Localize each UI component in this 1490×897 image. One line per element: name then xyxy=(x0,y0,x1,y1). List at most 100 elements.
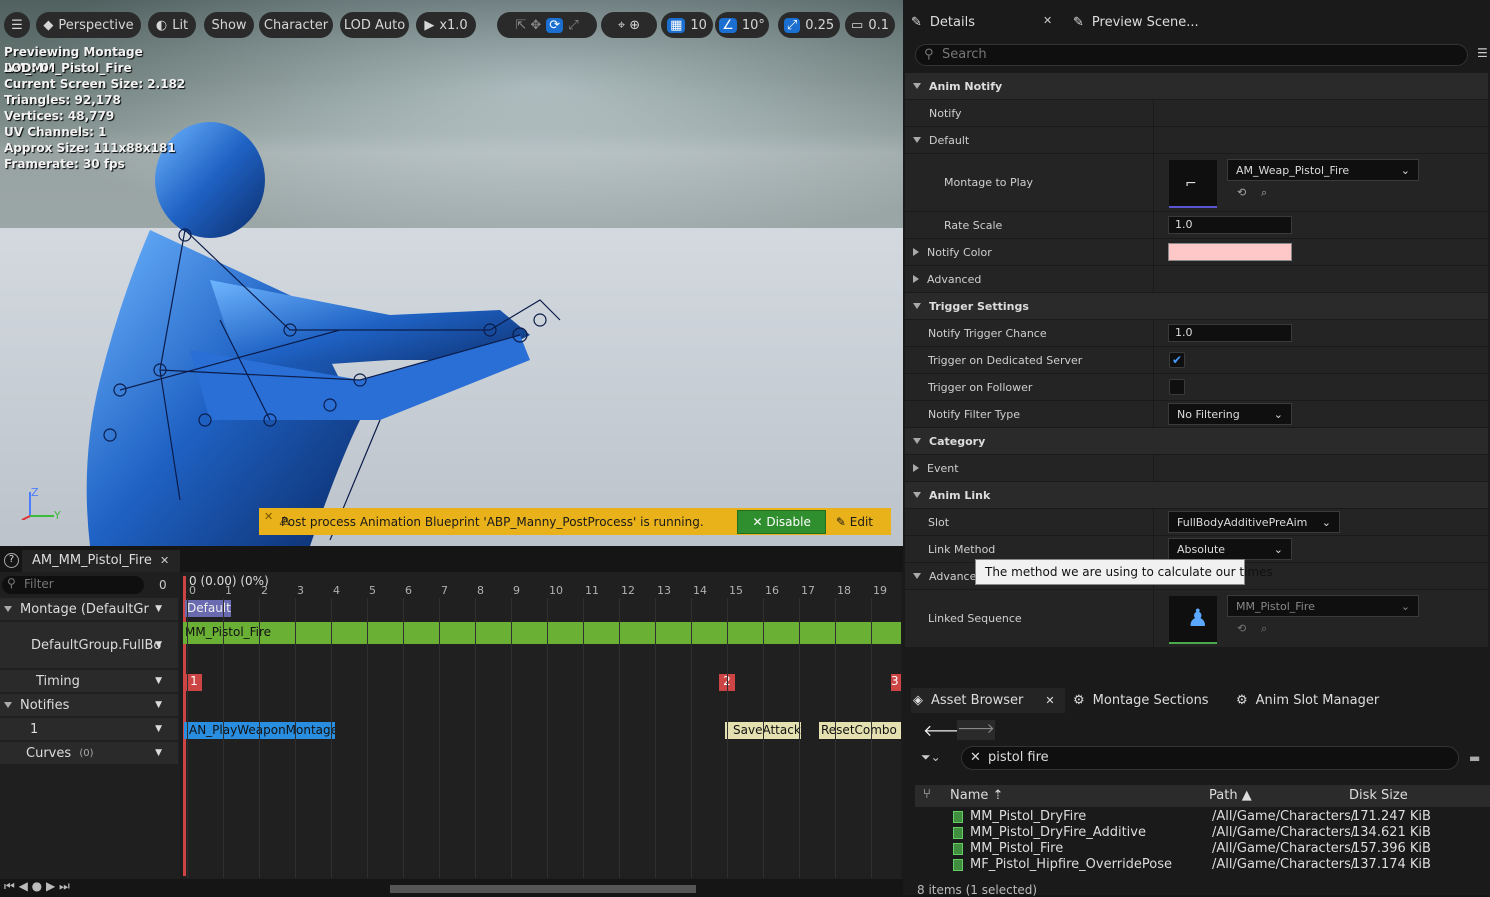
chevron-down-icon[interactable]: ▼ xyxy=(155,748,162,758)
find-in-browser-icon[interactable]: ⌕ xyxy=(1261,186,1267,200)
perspective-button[interactable]: ◆ Perspective xyxy=(36,12,141,38)
tab-details[interactable]: ✎ Details xyxy=(911,10,975,35)
grid-snap-button[interactable]: ▦ 10 xyxy=(661,12,713,38)
chevron-down-icon[interactable]: ▼ xyxy=(155,700,162,710)
ruler-tick: 12 xyxy=(621,584,635,597)
menu-icon[interactable]: ☰ xyxy=(4,12,30,38)
angle-snap-button[interactable]: ∠ 10° xyxy=(715,12,769,38)
chevron-down-icon: ⌄ xyxy=(1273,407,1283,421)
section-anim-notify[interactable]: Anim Notify xyxy=(905,73,1488,99)
scrub-bar[interactable] xyxy=(390,885,696,893)
section-category[interactable]: Category xyxy=(905,428,1488,454)
linked-sequence-picker[interactable]: MM_Pistol_Fire ⌄ xyxy=(1227,595,1419,617)
column-size[interactable]: Disk Size xyxy=(1349,788,1408,803)
track-notify-1[interactable]: 1 ▼ xyxy=(0,718,178,740)
scale-snap-button[interactable]: ⤢ 0.25 xyxy=(778,12,840,38)
close-icon[interactable]: ✕ xyxy=(264,510,273,523)
row-notify-color[interactable]: Notify Color xyxy=(905,239,1488,266)
character-button[interactable]: Character xyxy=(259,12,333,38)
help-icon[interactable]: ? xyxy=(4,553,19,568)
close-tab-icon[interactable]: ✕ xyxy=(1043,14,1052,27)
track-group[interactable]: DefaultGroup.FullBo ▼ xyxy=(0,622,178,668)
search-icon: ⚲ xyxy=(7,576,16,590)
clear-icon[interactable]: ✕ xyxy=(970,750,981,765)
tab-montage[interactable]: AM_MM_Pistol_Fire xyxy=(22,550,180,572)
section-trigger-settings[interactable]: Trigger Settings xyxy=(905,293,1488,319)
table-row[interactable]: MM_Pistol_DryFire/All/Game/Characters/17… xyxy=(915,809,1490,825)
column-options-icon[interactable]: ⑂ xyxy=(923,787,931,802)
follower-checkbox[interactable] xyxy=(1169,379,1185,395)
settings-icon[interactable]: ☰ xyxy=(1477,46,1488,60)
filter-input[interactable]: ⚲ Filter xyxy=(2,576,144,594)
row-default[interactable]: Default xyxy=(905,127,1488,154)
chevron-down-icon[interactable]: ▼ xyxy=(155,724,162,734)
chevron-down-icon[interactable]: ▼ xyxy=(155,640,162,650)
close-tab-icon[interactable]: ✕ xyxy=(1045,694,1054,707)
section-default[interactable]: Default xyxy=(185,600,231,617)
tab-anim-slot-manager[interactable]: ⚙ Anim Slot Manager xyxy=(1236,688,1379,713)
rate-scale-input[interactable]: 1.0 xyxy=(1168,216,1292,234)
section-anim-link[interactable]: Anim Link xyxy=(905,482,1488,508)
notify-bar[interactable]: ResetCombo xyxy=(819,722,901,739)
ruler-tick: 9 xyxy=(513,584,520,597)
transform-tools[interactable]: ⇱ ✥ ⟳ ⤢ xyxy=(497,12,597,38)
column-path[interactable]: Path ▲ xyxy=(1209,788,1252,803)
row-event[interactable]: Event xyxy=(905,455,1488,482)
forward-arrow-icon[interactable]: 🡒 xyxy=(957,720,995,740)
asset-search-input[interactable]: ✕ pistol fire xyxy=(961,746,1459,770)
tab-preview-scene[interactable]: ✎ Preview Scene... xyxy=(1073,10,1199,35)
montage-timeline: ? AM_MM_Pistol_Fire ✕ ⚲ Filter 0 Montage… xyxy=(0,550,903,895)
folder-icon[interactable]: ▬ xyxy=(1469,751,1480,765)
track-curves[interactable]: Curves (0) ▼ xyxy=(0,742,178,764)
rotate-icon[interactable]: ⟳ xyxy=(546,17,564,33)
anim-sequence-icon xyxy=(953,859,963,871)
disable-button[interactable]: ✕ Disable xyxy=(737,509,826,534)
tab-montage-sections[interactable]: ⚙ Montage Sections xyxy=(1073,688,1209,713)
row-slot: Slot FullBodyAdditivePreAim ⌄ xyxy=(905,509,1488,536)
chevron-down-icon[interactable]: ▼ xyxy=(155,604,162,614)
chevron-down-icon[interactable]: ▼ xyxy=(155,676,162,686)
browse-icon[interactable]: ⟲ xyxy=(1237,622,1246,635)
close-tab-icon[interactable]: ✕ xyxy=(160,554,169,567)
lit-button[interactable]: ◐ Lit xyxy=(148,12,196,38)
playback-speed-button[interactable]: ▶ x1.0 xyxy=(416,12,476,38)
notify-color-swatch[interactable] xyxy=(1168,243,1292,261)
track-montage[interactable]: Montage (DefaultGr ▼ xyxy=(0,598,178,620)
table-row[interactable]: MF_Pistol_Hipfire_OverridePose/All/Game/… xyxy=(915,857,1490,873)
show-button[interactable]: Show xyxy=(204,12,254,38)
montage-thumbnail[interactable]: ⌐ xyxy=(1169,160,1217,208)
trigger-chance-input[interactable]: 1.0 xyxy=(1168,324,1292,342)
track-notifies[interactable]: Notifies ▼ xyxy=(0,694,178,716)
branch-marker[interactable]: 3 xyxy=(891,674,901,691)
find-in-browser-icon[interactable]: ⌕ xyxy=(1261,622,1267,636)
table-row[interactable]: MM_Pistol_DryFire_Additive/All/Game/Char… xyxy=(915,825,1490,841)
filter-icon[interactable]: ⏷⌄ xyxy=(921,750,941,765)
transport-buttons[interactable]: ⏮ ◀ ● ▶ ⏭ xyxy=(4,879,70,894)
tab-asset-browser[interactable]: ◈ Asset Browser ✕ xyxy=(911,688,1065,713)
branch-marker[interactable]: 1 xyxy=(186,674,202,691)
snap-tools[interactable]: ⌖ ⊕ xyxy=(601,12,657,38)
anim-sequence-icon xyxy=(953,811,963,823)
column-name[interactable]: Name ⇡ xyxy=(950,788,1003,803)
dedicated-server-checkbox[interactable]: ✔ xyxy=(1169,352,1185,368)
slot-dropdown[interactable]: FullBodyAdditivePreAim ⌄ xyxy=(1168,511,1340,533)
table-row[interactable]: MM_Pistol_Fire/All/Game/Characters/157.3… xyxy=(915,841,1490,857)
camera-speed-button[interactable]: ▭ 0.1 xyxy=(845,12,895,38)
asset-table-header: ⑂ Name ⇡ Path ▲ Disk Size xyxy=(915,785,1490,807)
montage-picker[interactable]: AM_Weap_Pistol_Fire ⌄ xyxy=(1227,159,1419,181)
edit-button[interactable]: ✎ Edit xyxy=(836,515,873,529)
track-timing[interactable]: Timing ▼ xyxy=(0,670,178,692)
row-advanced[interactable]: Advanced xyxy=(905,266,1488,293)
lod-button[interactable]: LOD Auto xyxy=(340,12,409,38)
linked-sequence-thumbnail[interactable]: ♟ xyxy=(1169,596,1217,644)
viewport[interactable]: ☰ ◆ Perspective ◐ Lit Show Character LOD A… xyxy=(0,0,903,546)
character-mesh[interactable] xyxy=(60,120,580,546)
ruler-tick: 19 xyxy=(873,584,887,597)
montage-segment[interactable]: MM_Pistol_Fire xyxy=(183,622,901,644)
timeline-tracks[interactable]: 0 (0.00) (0%) Default MM_Pistol_Fire 1 2… xyxy=(183,572,901,895)
filter-type-dropdown[interactable]: No Filtering ⌄ xyxy=(1168,403,1292,425)
browse-icon[interactable]: ⟲ xyxy=(1237,186,1246,199)
link-method-dropdown[interactable]: Absolute ⌄ xyxy=(1168,538,1292,560)
row-notify: Notify xyxy=(905,100,1488,127)
details-search-input[interactable]: ⚲ Search xyxy=(915,44,1468,66)
